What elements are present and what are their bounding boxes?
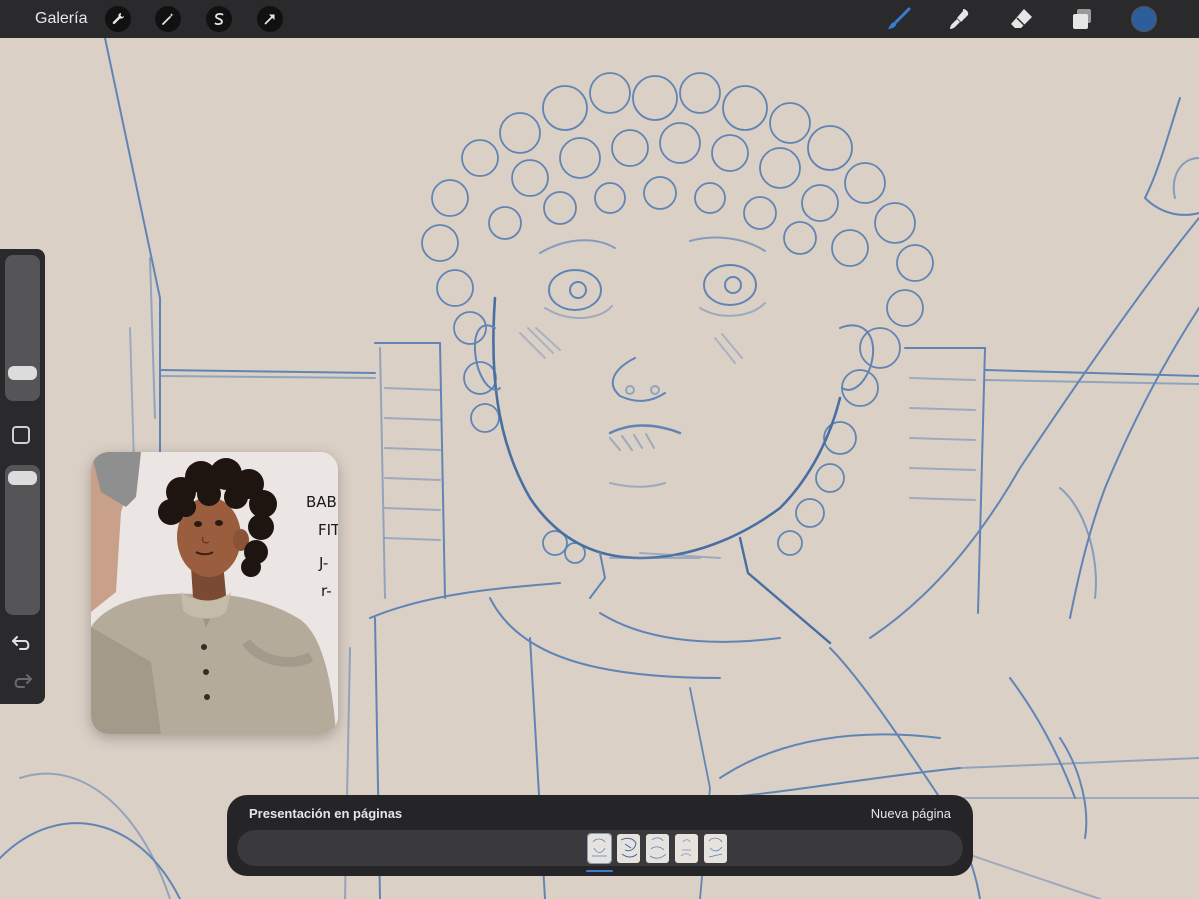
- brush-size-handle[interactable]: [8, 366, 37, 380]
- transform-arrow-icon: [264, 14, 275, 25]
- reference-image[interactable]: BAB FITT J- r-: [91, 452, 338, 734]
- new-page-button[interactable]: Nueva página: [871, 806, 951, 821]
- reference-illustration: BAB FITT J- r-: [91, 452, 338, 734]
- top-toolbar: Galería: [0, 0, 1199, 38]
- wrench-icon: [112, 13, 124, 25]
- thumbnail-sketch: [680, 839, 692, 857]
- reference-text-2: FITT: [318, 521, 338, 539]
- page-assist-title: Presentación en páginas: [249, 806, 403, 821]
- reference-text-3: J-: [318, 554, 328, 572]
- transform-button[interactable]: [257, 6, 283, 32]
- eraser-icon: [1011, 9, 1032, 28]
- undo-icon[interactable]: [11, 634, 33, 652]
- thumbnail-sketch: [620, 837, 638, 858]
- page-thumbnail[interactable]: [675, 834, 698, 863]
- thumbnail-sketch: [708, 837, 723, 858]
- thumbnail-sketch: [592, 838, 607, 857]
- page-thumbnail[interactable]: [646, 834, 669, 863]
- page-assist-panel: Presentación en páginas Nueva página: [227, 795, 973, 876]
- selection-s-icon: [214, 13, 224, 25]
- color-picker-button[interactable]: [1131, 6, 1157, 32]
- opacity-slider[interactable]: [5, 465, 40, 615]
- layers-icon: [1073, 9, 1091, 29]
- brush-tool-button[interactable]: [885, 5, 913, 33]
- brush-icon: [888, 7, 911, 29]
- page-thumbnail[interactable]: [617, 834, 640, 863]
- thumbnail-sketch: [649, 837, 667, 859]
- gallery-button[interactable]: Galería: [35, 10, 87, 28]
- reference-text-1: BAB: [306, 493, 337, 511]
- page-thumbnail[interactable]: [704, 834, 727, 863]
- smudge-tool-button[interactable]: [946, 5, 974, 33]
- sidebar: [0, 249, 45, 704]
- actions-button[interactable]: [105, 6, 131, 32]
- brush-size-slider[interactable]: [5, 255, 40, 401]
- opacity-handle[interactable]: [8, 471, 37, 485]
- active-page-indicator: [586, 870, 613, 872]
- magic-wand-icon: [162, 13, 174, 25]
- page-thumbnail[interactable]: [587, 833, 612, 864]
- reference-text-4: r-: [321, 582, 332, 600]
- redo-icon[interactable]: [11, 672, 33, 690]
- eraser-tool-button[interactable]: [1007, 5, 1035, 33]
- modify-button[interactable]: [12, 426, 30, 444]
- selection-button[interactable]: [206, 6, 232, 32]
- layers-button[interactable]: [1068, 5, 1096, 33]
- adjustments-button[interactable]: [155, 6, 181, 32]
- smudge-icon: [950, 9, 969, 29]
